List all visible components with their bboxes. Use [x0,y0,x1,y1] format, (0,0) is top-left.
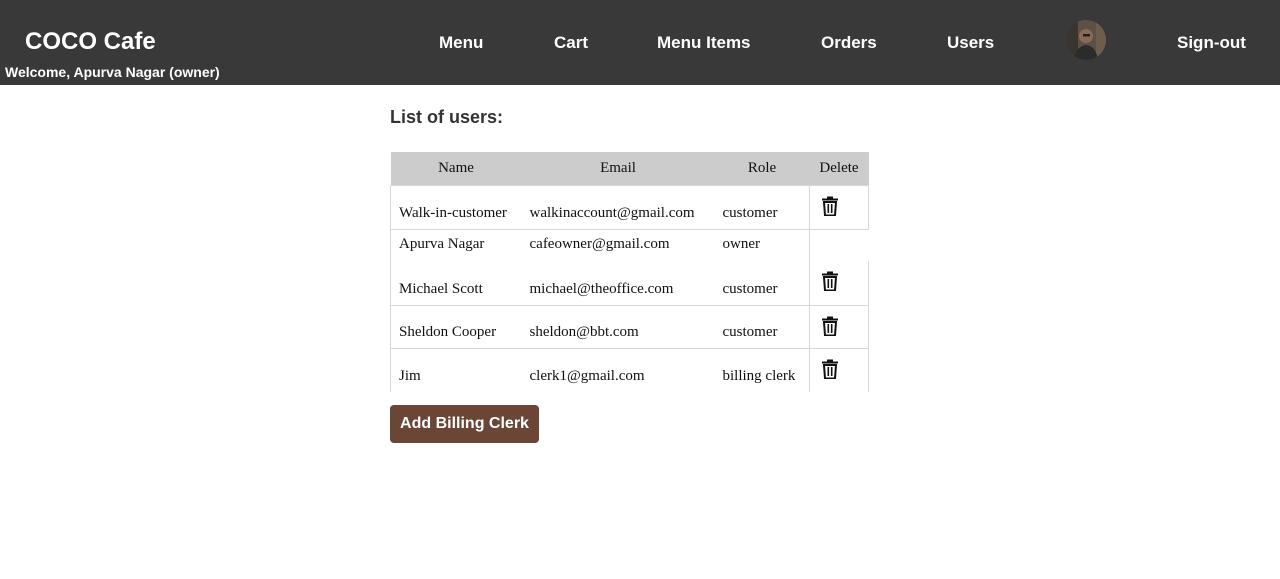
brand-title[interactable]: COCO Cafe [25,28,156,56]
welcome-text: Welcome, Apurva Nagar (owner) [5,64,220,80]
user-name: Michael Scott [390,261,522,305]
trash-icon[interactable] [821,316,839,336]
user-name: Apurva Nagar [390,228,522,261]
table-header-row: Name Email Role Delete [390,152,869,185]
nav-users[interactable]: Users [947,33,994,53]
delete-cell [809,184,869,229]
user-email: clerk1@gmail.com [521,347,715,392]
user-name: Walk-in-customer [390,184,522,229]
table-row: Apurva Nagar cafeowner@gmail.com owner [390,228,869,261]
trash-icon[interactable] [821,359,839,379]
table-row: Jim clerk1@gmail.com billing clerk [390,347,869,392]
users-table: Name Email Role Delete Walk-in-customer … [390,152,869,392]
delete-cell-empty [809,228,869,261]
nav-signout[interactable]: Sign-out [1177,33,1246,53]
delete-cell [809,261,869,305]
nav-cart[interactable]: Cart [554,33,588,53]
table-row: Walk-in-customer walkinaccount@gmail.com… [390,184,869,229]
user-name: Sheldon Cooper [390,304,522,348]
table-row: Sheldon Cooper sheldon@bbt.com customer [390,304,869,348]
page-title: List of users: [390,107,504,127]
user-role: customer [714,184,810,229]
column-header-email: Email [521,152,715,185]
top-navbar: COCO Cafe Welcome, Apurva Nagar (owner) … [0,0,1280,85]
user-email: walkinaccount@gmail.com [521,184,715,229]
avatar-photo [1066,20,1106,60]
nav-orders[interactable]: Orders [821,33,877,53]
user-email: michael@theoffice.com [529,280,674,297]
user-name: Jim [390,347,522,392]
add-billing-clerk-button[interactable]: Add Billing Clerk [390,405,539,443]
user-role: billing clerk [714,347,810,392]
nav-menu[interactable]: Menu [439,33,483,53]
column-header-delete: Delete [809,152,869,185]
nav-menu-items[interactable]: Menu Items [657,33,751,53]
user-role: customer [714,304,810,348]
user-email: sheldon@bbt.com [521,304,715,348]
user-email: cafeowner@gmail.com [521,228,715,261]
trash-icon[interactable] [821,196,839,216]
user-avatar[interactable] [1066,20,1106,60]
table-row: Michael Scott michael@theoffice.com cust… [390,261,869,305]
delete-cell [809,304,869,348]
user-role: owner [714,228,810,261]
trash-icon[interactable] [821,271,839,292]
column-header-role: Role [714,152,810,185]
delete-cell [809,347,869,392]
user-role: customer [722,280,778,297]
column-header-name: Name [390,152,522,185]
